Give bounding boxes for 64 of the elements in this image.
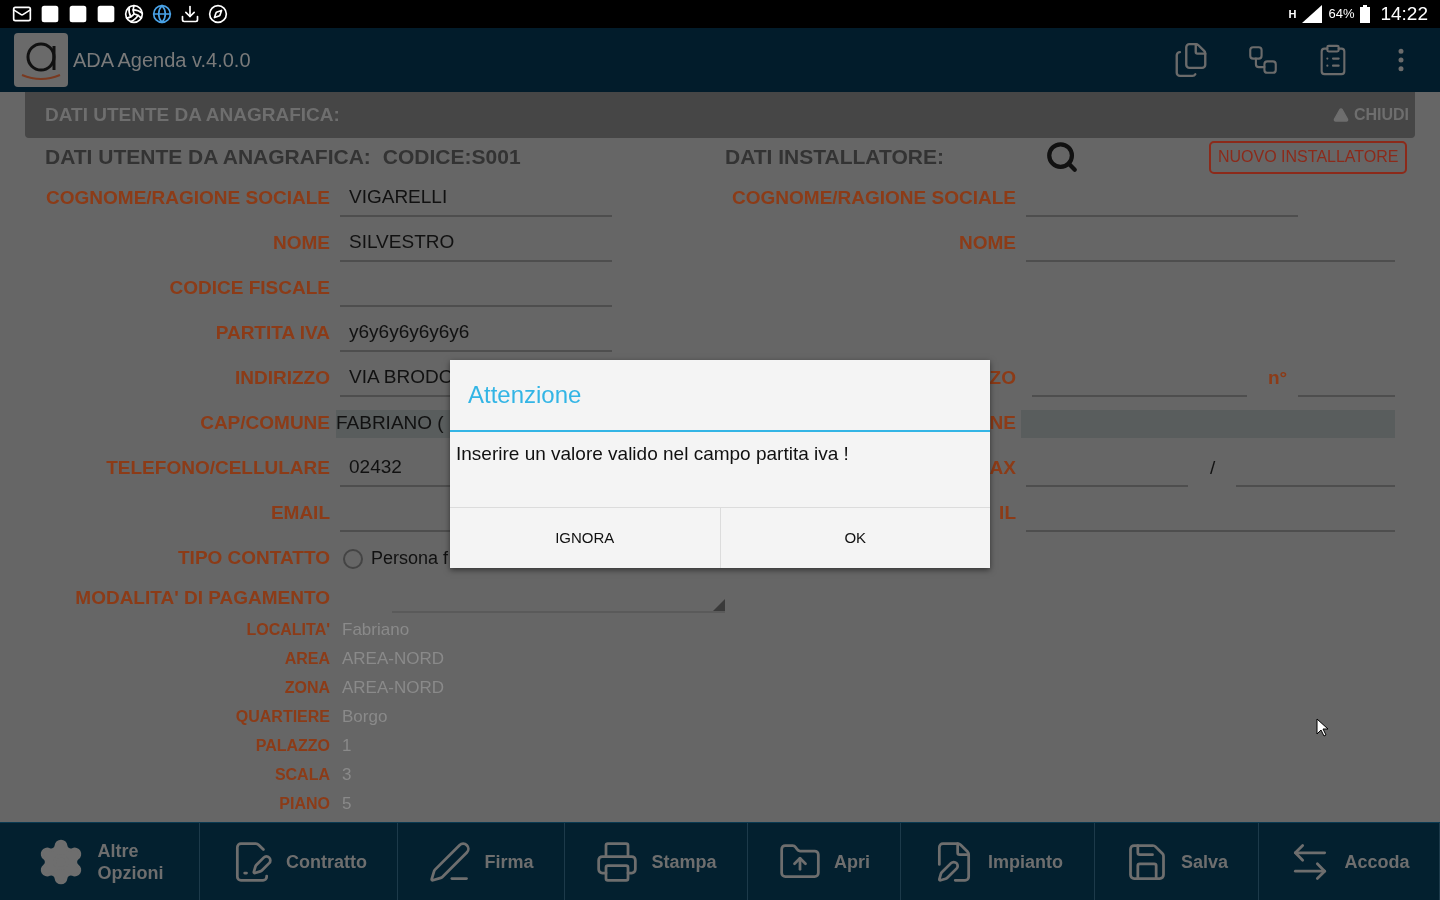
battery-text: 64% [1328, 5, 1355, 24]
input-field[interactable]: y6y6y6y6y6y6 [340, 315, 612, 352]
compass-icon [208, 4, 228, 24]
app-icon [96, 4, 116, 24]
field-label: CODICE FISCALE [169, 276, 330, 301]
field-label: INDIRIZZO [235, 366, 330, 391]
triangle-icon [1332, 107, 1349, 123]
toolbar-button[interactable]: Contratto [200, 823, 398, 900]
input-field[interactable]: SILVESTRO [340, 225, 612, 262]
field-label: AX [989, 456, 1016, 481]
field-label: NOME [273, 231, 330, 256]
clock-text: 14:22 [1380, 1, 1428, 26]
toolbar-button[interactable]: Impianto [901, 823, 1095, 900]
detail-label: AREA [284, 648, 330, 669]
flowchart-icon[interactable] [1246, 43, 1280, 77]
battery-icon [1360, 5, 1371, 23]
detail-label: QUARTIERE [235, 706, 330, 727]
field-label: IL [999, 501, 1016, 526]
pen-icon [428, 839, 473, 884]
printer-icon [595, 839, 640, 884]
detail-label: ZONA [284, 677, 330, 698]
separator-text: / [1210, 456, 1217, 481]
app-icon [68, 4, 88, 24]
detail-label: PIANO [279, 793, 330, 814]
mail-icon [12, 4, 32, 24]
mouse-pointer-icon [1316, 718, 1328, 737]
toolbar-button[interactable]: Altre Opzioni [0, 823, 200, 900]
radio-button[interactable] [343, 548, 363, 569]
dropdown-arrow-icon [713, 599, 725, 611]
field-label: PARTITA IVA [215, 321, 330, 346]
toolbar-button[interactable]: Accoda [1259, 823, 1440, 900]
field-label: NOME [959, 231, 1016, 256]
dialog-button[interactable]: OK [719, 508, 990, 568]
detail-label: SCALA [274, 764, 330, 785]
field-label: NE [989, 411, 1016, 436]
app-title: ADA Agenda v.4.0.0 [73, 48, 251, 73]
field-label: ZO [989, 366, 1016, 391]
dialog-button[interactable]: IGNORA [450, 508, 720, 568]
field-label: EMAIL [270, 501, 330, 526]
dialog-title: Attenzione [468, 380, 582, 410]
input-field[interactable]: VIGARELLI [340, 180, 612, 217]
network-indicator: H [1288, 6, 1297, 22]
field-label: MODALITA' DI PAGAMENTO [75, 585, 330, 610]
ball-icon [124, 4, 144, 24]
field-label: COGNOME/RAGIONE SOCIALE [46, 186, 330, 211]
download-icon [180, 4, 200, 24]
signal-icon [1302, 5, 1323, 23]
app-icon [40, 4, 60, 24]
detail-label: LOCALITA' [246, 619, 330, 640]
toolbar-button[interactable]: Apri [748, 823, 901, 900]
app-logo [14, 33, 68, 87]
number-label: n° [1268, 366, 1289, 391]
detail-label: PALAZZO [255, 735, 330, 756]
field-label: CAP/COMUNE [200, 411, 330, 436]
globe-icon [152, 4, 172, 24]
search-icon[interactable] [1045, 140, 1079, 174]
field-label: TELEFONO/CELLULARE [106, 456, 330, 481]
field-label: TIPO CONTATTO [178, 546, 330, 571]
toolbar-button[interactable]: Salva [1095, 823, 1259, 900]
radio-label: Persona f [371, 547, 449, 570]
field-label: COGNOME/RAGIONE SOCIALE [732, 186, 1016, 211]
dialog-message: Inserire un valore valido nel campo partita iva ! [456, 443, 849, 464]
toolbar-button[interactable]: Stampa [565, 823, 748, 900]
toolbar-button[interactable]: Firma [398, 823, 565, 900]
